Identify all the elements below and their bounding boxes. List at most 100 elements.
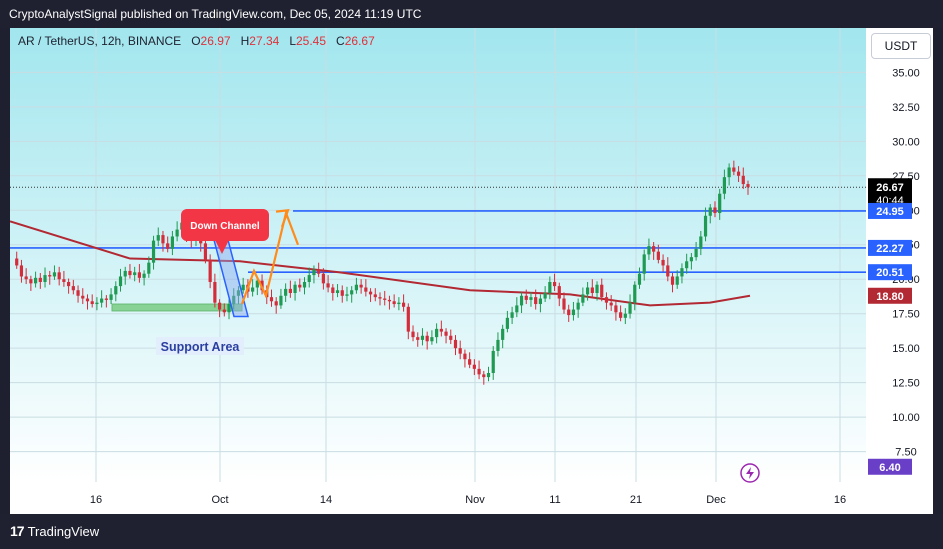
candle-body — [515, 305, 519, 313]
candle-body — [251, 287, 255, 292]
candle-body — [722, 177, 727, 194]
candle-body — [170, 236, 175, 249]
candle-body — [642, 254, 646, 274]
candle-body — [420, 335, 425, 340]
x-tick-label: Oct — [211, 494, 228, 506]
price-badge-label: 22.27 — [876, 243, 904, 255]
candle-body — [57, 272, 61, 280]
candle-body — [203, 243, 208, 260]
price-badge-label: 24.95 — [876, 206, 904, 218]
close-label: C — [336, 34, 345, 48]
candle-body — [524, 295, 528, 300]
candle-body — [477, 368, 481, 375]
candle-body — [48, 275, 52, 277]
candle-body — [373, 294, 377, 298]
candle-body — [397, 302, 401, 305]
support-zone — [111, 303, 243, 312]
price-badge-label: 20.51 — [876, 267, 904, 279]
candle-body — [656, 251, 660, 260]
candle-body — [468, 359, 472, 365]
candle-body — [142, 273, 146, 278]
candle-body — [90, 301, 94, 305]
candle-body — [689, 257, 693, 262]
close-value: 26.67 — [344, 34, 375, 48]
candle-body — [411, 331, 415, 338]
candle-body — [548, 281, 552, 294]
y-tick-label: 15.00 — [892, 343, 920, 355]
candle-body — [439, 328, 443, 332]
y-tick-label: 7.50 — [895, 447, 916, 459]
candle-body — [156, 235, 160, 241]
candle-body — [538, 298, 543, 305]
candle-body — [675, 276, 679, 285]
currency-button[interactable]: USDT — [871, 33, 931, 59]
candle-body — [581, 294, 585, 303]
candle-body — [449, 335, 453, 340]
candle-body — [534, 297, 538, 305]
candle-body — [482, 374, 486, 378]
publisher-bar: CryptoAnalystSignal published on Trading… — [0, 0, 943, 28]
candle-body — [435, 328, 439, 338]
candle-body — [685, 261, 689, 269]
plot-background — [10, 28, 866, 482]
price-badge-label: 6.40 — [879, 462, 900, 474]
candle-body — [387, 299, 392, 302]
candle-body — [647, 246, 651, 255]
price-chart[interactable]: 35.0032.5030.0027.5025.0022.5020.0017.50… — [9, 28, 933, 514]
candle-body — [43, 275, 47, 282]
candle-body — [713, 207, 717, 214]
candle-body — [100, 298, 104, 303]
candle-body — [95, 302, 99, 305]
candle-body — [345, 294, 349, 296]
tradingview-brand: TradingView — [27, 523, 100, 539]
tradingview-logo[interactable]: 17 TradingView — [10, 523, 99, 539]
candle-body — [326, 283, 330, 288]
candle-body — [104, 298, 108, 300]
y-tick-label: 32.50 — [892, 102, 920, 114]
candle-body — [567, 309, 571, 316]
candle-body — [501, 328, 505, 340]
candle-body — [628, 302, 632, 314]
candle-body — [496, 339, 500, 351]
candle-body — [109, 294, 113, 300]
candle-body — [359, 284, 363, 288]
candle-body — [590, 287, 594, 294]
support-area — [111, 303, 243, 312]
symbol-legend: AR / TetherUS, 12h, BINANCE O26.97 H27.3… — [18, 34, 375, 48]
candle-body — [298, 284, 302, 288]
x-tick-label: 16 — [834, 494, 846, 506]
last-price-value: 26.67 — [876, 182, 904, 194]
down-channel-label: Down Channel — [190, 221, 260, 232]
candle-body — [425, 335, 429, 342]
low-label: L — [289, 34, 296, 48]
candle-body — [217, 302, 222, 310]
candle-body — [175, 229, 179, 237]
x-tick-label: Dec — [706, 494, 726, 506]
candle-body — [595, 284, 599, 294]
candle-body — [118, 276, 123, 287]
candle-body — [321, 273, 325, 284]
chart-area[interactable]: 35.0032.5030.0027.5025.0022.5020.0017.50… — [9, 28, 933, 514]
candle-body — [401, 302, 406, 307]
x-tick-label: Nov — [465, 494, 485, 506]
candle-body — [562, 298, 566, 310]
candle-body — [227, 304, 231, 313]
candle-body — [609, 302, 613, 306]
candle-body — [62, 279, 66, 282]
time-axis-background — [10, 482, 866, 514]
candle-body — [680, 268, 684, 277]
candle-body — [293, 284, 297, 294]
candle-body — [312, 269, 316, 276]
candle-body — [52, 272, 57, 277]
candle-body — [350, 290, 354, 295]
low-value: 25.45 — [296, 34, 327, 48]
candle-body — [666, 265, 670, 277]
candle-body — [383, 298, 387, 300]
candle-body — [279, 295, 283, 306]
candle-body — [571, 309, 576, 316]
y-tick-label: 12.50 — [892, 378, 920, 390]
candle-body — [128, 270, 132, 276]
x-tick-label: 21 — [630, 494, 642, 506]
candle-body — [85, 298, 90, 302]
tradingview-mark-icon: 17 — [10, 523, 25, 539]
